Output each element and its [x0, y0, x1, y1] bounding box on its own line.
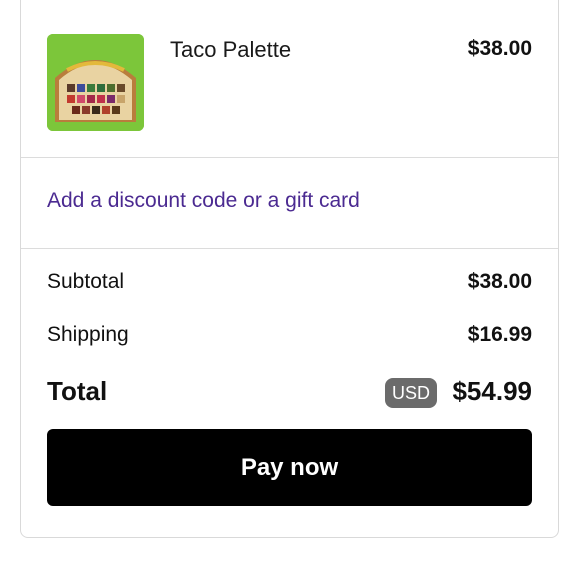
add-discount-link[interactable]: Add a discount code or a gift card — [47, 189, 360, 213]
subtotal-value: $38.00 — [467, 270, 532, 293]
product-thumbnail — [47, 34, 144, 131]
line-item: Taco Palette $38.00 — [21, 0, 558, 158]
product-name: Taco Palette — [170, 37, 292, 62]
pay-now-button[interactable]: Pay now — [47, 429, 532, 506]
currency-badge: USD — [384, 378, 437, 408]
taco-palette-icon — [47, 34, 144, 131]
order-summary-card: Taco Palette $38.00 Add a discount code … — [20, 0, 559, 538]
product-price: $38.00 — [467, 37, 532, 60]
total-label: Total — [47, 376, 108, 406]
total-row: Total USD $54.99 — [47, 376, 532, 412]
total-value: $54.99 — [452, 376, 532, 406]
shipping-row: Shipping $16.99 — [47, 323, 532, 353]
subtotal-row: Subtotal $38.00 — [47, 270, 532, 300]
subtotal-label: Subtotal — [47, 270, 125, 293]
shipping-label: Shipping — [47, 323, 129, 346]
discount-section: Add a discount code or a gift card — [21, 158, 558, 249]
shipping-value: $16.99 — [467, 323, 532, 346]
